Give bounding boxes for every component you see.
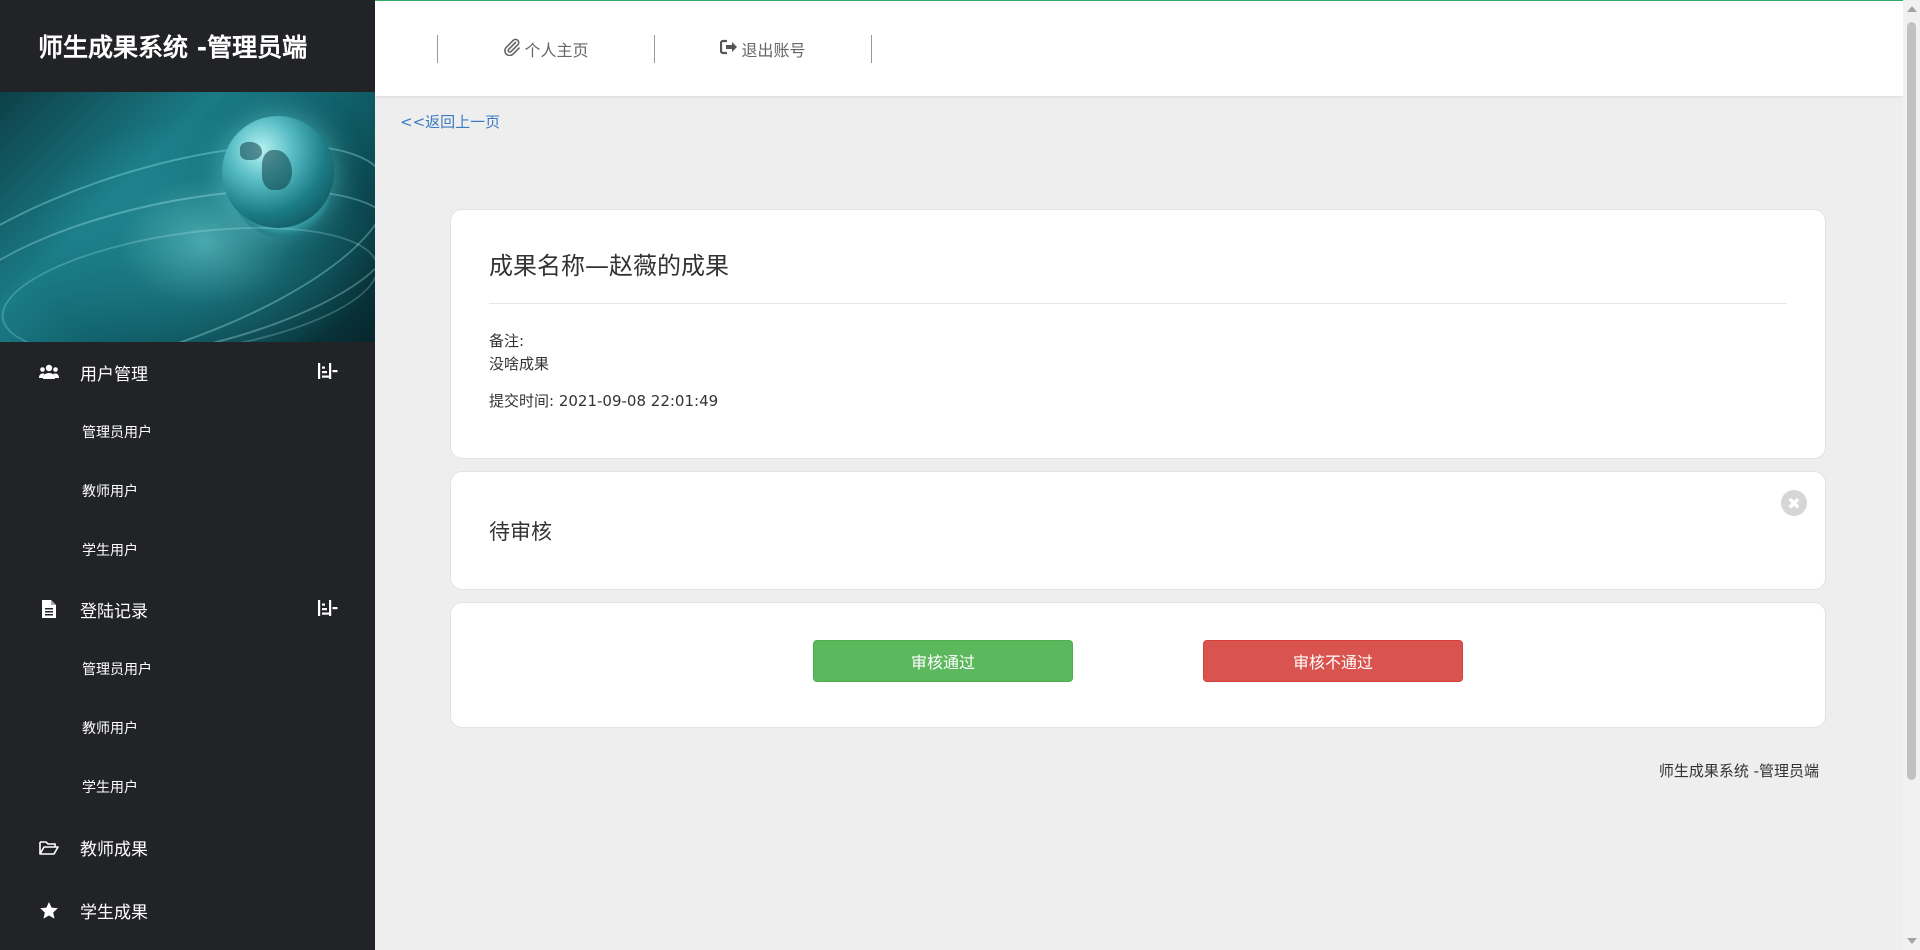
review-actions-card: 审核通过 审核不通过 [450, 602, 1826, 728]
sidebar-banner-image [0, 92, 375, 342]
achievement-title: 成果名称—赵薇的成果 [489, 252, 729, 280]
reject-button[interactable]: 审核不通过 [1203, 640, 1463, 682]
sidebar-item-login-teacher-users[interactable]: 教师用户 [0, 698, 375, 757]
remark-label: 备注: [489, 332, 525, 350]
scrollbar-thumb[interactable] [1907, 22, 1916, 780]
nav-divider [871, 35, 872, 63]
app-brand-title: 师生成果系统 -管理员端 [0, 0, 375, 92]
sidebar-group-label: 登陆记录 [80, 601, 148, 622]
star-icon [38, 902, 60, 920]
approve-button[interactable]: 审核通过 [813, 640, 1073, 682]
collapse-toggle-icon[interactable] [317, 361, 339, 381]
sidebar-item-label: 教师成果 [80, 840, 148, 860]
sidebar-item-teacher-achievements[interactable]: 教师成果 [0, 816, 375, 879]
sidebar-item-login-admin-users[interactable]: 管理员用户 [0, 639, 375, 698]
file-icon [38, 600, 60, 618]
remark-text: 没啥成果 [489, 355, 550, 373]
submit-time: 提交时间: 2021-09-08 22:01:49 [489, 390, 1787, 411]
top-nav: 个人主页 退出账号 [437, 35, 872, 63]
back-link[interactable]: <<返回上一页 [400, 111, 500, 132]
sidebar-item-student-users[interactable]: 学生用户 [0, 520, 375, 579]
personal-home-label: 个人主页 [524, 41, 589, 60]
sidebar-item-student-achievements[interactable]: 学生成果 [0, 879, 375, 942]
submit-time-label: 提交时间: [489, 392, 555, 410]
sidebar-group-login-records[interactable]: 登陆记录 [0, 579, 375, 639]
sign-out-icon [720, 39, 738, 59]
logout-link[interactable]: 退出账号 [655, 37, 871, 61]
submit-time-value: 2021-09-08 22:01:49 [558, 392, 719, 410]
logout-label: 退出账号 [741, 41, 806, 60]
sidebar-item-teacher-users[interactable]: 教师用户 [0, 461, 375, 520]
scroll-down-arrow-icon[interactable] [1907, 938, 1917, 944]
sidebar-item-login-student-users[interactable]: 学生用户 [0, 757, 375, 816]
personal-home-link[interactable]: 个人主页 [438, 37, 654, 61]
top-navbar: 个人主页 退出账号 [375, 0, 1903, 96]
sidebar-item-label: 学生成果 [80, 903, 148, 923]
users-icon [38, 363, 60, 381]
collapse-toggle-icon[interactable] [317, 598, 339, 618]
achievement-detail-card: 成果名称—赵薇的成果 备注: 没啥成果 提交时间: 2021-09-08 22:… [450, 209, 1826, 459]
divider [489, 303, 1787, 304]
sidebar-item-admin-users[interactable]: 管理员用户 [0, 402, 375, 461]
close-icon[interactable]: ✖ [1781, 490, 1807, 516]
sidebar: 师生成果系统 -管理员端 用户管理 管理员用户 教师用户 学生用户 登陆记录 管… [0, 0, 375, 950]
scroll-up-arrow-icon[interactable] [1907, 6, 1917, 12]
sidebar-group-label: 用户管理 [80, 364, 148, 385]
footer-text: 师生成果系统 -管理员端 [1658, 762, 1819, 780]
review-status-card: 待审核 ✖ [450, 471, 1826, 590]
paperclip-icon [503, 38, 521, 60]
page-scrollbar[interactable] [1903, 0, 1920, 950]
review-status: 待审核 [489, 520, 552, 544]
folder-open-icon [38, 839, 60, 857]
sidebar-menu: 用户管理 管理员用户 教师用户 学生用户 登陆记录 管理员用户 教师用户 学生用… [0, 342, 375, 942]
sidebar-group-user-management[interactable]: 用户管理 [0, 342, 375, 402]
